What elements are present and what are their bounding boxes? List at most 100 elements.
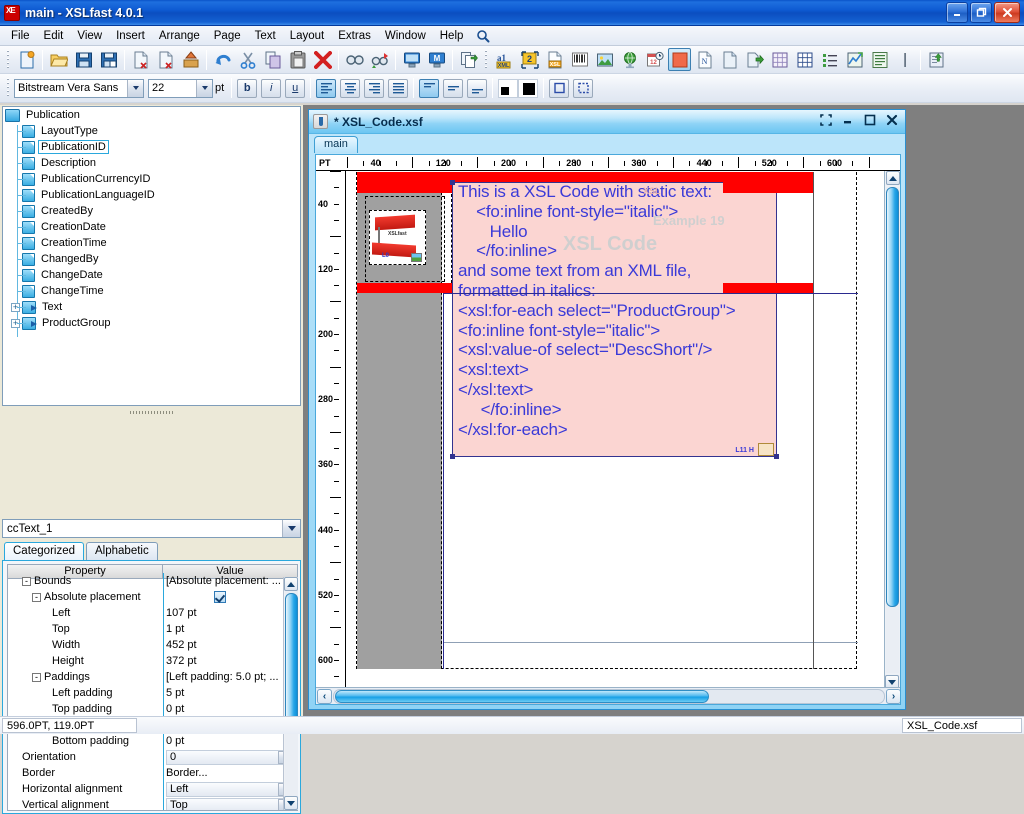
tree-node-layouttype[interactable]: LayoutType [3,123,300,139]
page-area[interactable]: Publication XSLfast L0 [356,172,858,669]
save-as-icon[interactable] [97,48,120,71]
grid-icon[interactable] [768,48,791,71]
menu-extras[interactable]: Extras [331,28,378,44]
preview-refresh-icon[interactable] [368,48,391,71]
property-value-cell[interactable]: 372 pt [163,653,297,669]
property-checkbox[interactable] [214,591,226,603]
resize-handle-br[interactable] [774,454,779,459]
design-canvas[interactable]: Publication XSLfast L0 [347,172,886,689]
property-grid-inner[interactable]: Property Value - Bounds [Absolute placemen… [7,564,298,811]
align-right-icon[interactable] [364,78,385,98]
maximize-button[interactable] [970,2,992,23]
tree-node-publicationid[interactable]: PublicationID [3,139,300,155]
chevron-down-icon[interactable] [282,520,300,537]
tree-node-text[interactable]: + Text [3,299,300,315]
tree-node-description[interactable]: Description [3,155,300,171]
page-link-icon[interactable] [743,48,766,71]
tab-alphabetic[interactable]: Alphabetic [86,542,158,560]
copy-icon[interactable] [261,48,284,71]
menu-help[interactable]: Help [433,28,471,44]
property-value-cell[interactable]: [Absolute placement: ... [163,573,297,589]
property-row[interactable]: Top 1 pt [8,621,297,637]
property-grid-scrollbar[interactable] [283,577,298,810]
page-number-icon[interactable]: N [693,48,716,71]
restore-all-icon[interactable] [819,113,833,127]
xsl-code-text-block[interactable]: This is a XSL Code with static text: <fo… [450,180,779,459]
tree-node-productgroup[interactable]: + ProductGroup [3,315,300,331]
xml-structure-tree[interactable]: Publication LayoutType PublicationID Descri… [2,106,301,406]
menu-arrange[interactable]: Arrange [152,28,207,44]
export-icon[interactable] [179,48,202,71]
property-row[interactable]: Height 372 pt [8,653,297,669]
format-toolbar-grip[interactable] [6,78,11,98]
font-family-select[interactable]: Bitstream Vera Sans [14,78,144,98]
valign-top-icon[interactable] [419,78,440,98]
property-row[interactable]: - Paddings [Left padding: 5.0 pt; ... [8,669,297,685]
property-value-cell[interactable]: Top [163,797,297,810]
date-field-icon[interactable]: 12 [643,48,666,71]
chevron-down-icon[interactable] [196,79,212,97]
chart-icon[interactable] [843,48,866,71]
scroll-track[interactable] [886,187,899,673]
tab-categorized[interactable]: Categorized [4,542,85,560]
property-value-cell[interactable]: 1 pt [163,621,297,637]
property-expander[interactable]: - [32,672,41,682]
toolbar-grip[interactable] [6,49,11,70]
tree-node-createdby[interactable]: CreatedBy [3,203,300,219]
property-value-cell[interactable]: 0 [163,749,297,765]
font-size-select[interactable]: 22 [148,78,213,98]
property-row[interactable]: Horizontal alignment Left [8,781,297,797]
valign-middle-icon[interactable] [443,78,464,98]
chevron-down-icon[interactable] [127,79,143,97]
save-icon[interactable] [72,48,95,71]
export-template-icon[interactable] [925,48,948,71]
property-row[interactable]: Bottom padding 0 pt [8,733,297,749]
property-dropdown[interactable]: 0 [166,749,296,765]
maximize-icon[interactable] [863,113,877,127]
menu-file[interactable]: File [4,28,37,44]
scroll-track[interactable] [333,688,885,704]
tab-main[interactable]: main [314,136,358,153]
property-row[interactable]: Left 107 pt [8,605,297,621]
close-all-documents-icon[interactable] [154,48,177,71]
property-value-cell[interactable]: [Left padding: 5.0 pt; ... [163,669,297,685]
mobile-preview-icon[interactable]: M [425,48,448,71]
cut-icon[interactable] [236,48,259,71]
menu-page[interactable]: Page [207,28,248,44]
scroll-thumb[interactable] [886,187,899,607]
menu-text[interactable]: Text [248,28,283,44]
property-row[interactable]: Border Border... [8,765,297,781]
resize-handle-tl[interactable] [450,180,455,185]
scroll-track[interactable] [284,591,298,796]
tree-node-changedate[interactable]: ChangeDate [3,267,300,283]
property-row[interactable]: Left padding 5 pt [8,685,297,701]
minimize-button[interactable] [946,2,968,23]
property-value-cell[interactable]: 0 pt [163,701,297,717]
xsl-code-icon[interactable]: XSL [543,48,566,71]
list-icon[interactable] [818,48,841,71]
scroll-down-button[interactable] [284,796,298,810]
scroll-up-button[interactable] [885,171,900,185]
xml-text-icon[interactable]: a1 XML [493,48,516,71]
tree-node-creationdate[interactable]: CreationDate [3,219,300,235]
property-row[interactable]: Width 452 pt [8,637,297,653]
valign-bottom-icon[interactable] [467,78,488,98]
property-row[interactable]: Orientation 0 [8,749,297,765]
paste-icon[interactable] [286,48,309,71]
close-icon[interactable] [885,113,899,127]
property-expander[interactable]: - [32,592,41,602]
underline-button[interactable]: u [285,78,306,98]
scroll-left-button[interactable]: ‹ [317,688,332,704]
property-value-cell[interactable]: Left [163,781,297,797]
undo-icon[interactable] [211,48,234,71]
border-dashed-icon[interactable] [573,78,594,98]
scroll-up-button[interactable] [284,577,298,591]
property-expander[interactable]: - [22,576,31,586]
tree-node-creationtime[interactable]: CreationTime [3,235,300,251]
bold-button[interactable]: b [237,78,258,98]
menu-layout[interactable]: Layout [283,28,332,44]
rectangle-icon[interactable] [668,48,691,71]
paragraph-icon[interactable] [868,48,891,71]
table-icon[interactable] [793,48,816,71]
property-value-cell[interactable]: 5 pt [163,685,297,701]
